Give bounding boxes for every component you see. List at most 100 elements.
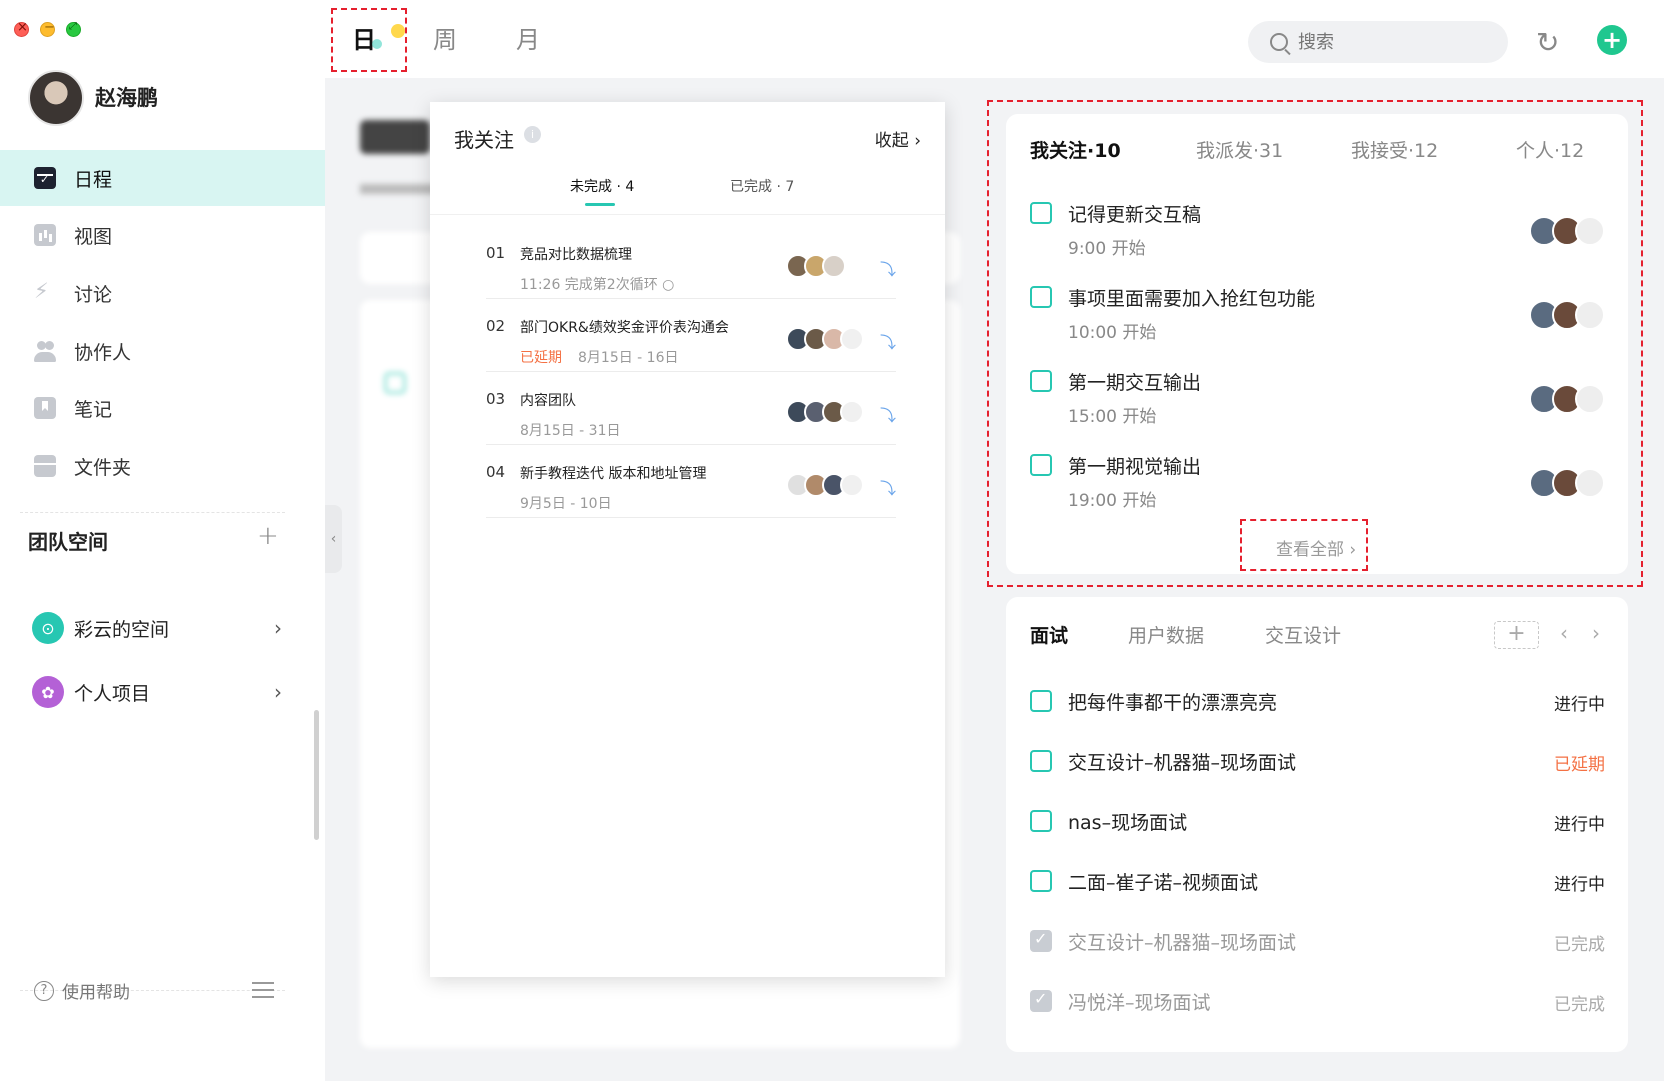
tab-complete[interactable]: 已完成 · 7 <box>730 176 794 196</box>
status-badge: 已完成 <box>1554 935 1605 955</box>
space-label: 彩云的空间 <box>74 618 170 641</box>
task-row[interactable]: 二面–崔子诺–视频面试 进行中 <box>1030 860 1605 900</box>
highlight-box-follow-card <box>987 100 1643 587</box>
info-icon[interactable]: i <box>524 126 541 143</box>
add-team-space-button[interactable]: + <box>257 521 279 551</box>
user-name[interactable]: 赵海鹏 <box>95 82 158 112</box>
task-title: 交互设计–机器猫–现场面试 <box>1068 752 1297 774</box>
follow-popup: 我关注 i 收起 › 未完成 · 4 已完成 · 7 01 竞品对比数据梳理 1… <box>430 102 945 977</box>
discussion-icon <box>34 279 56 304</box>
refresh-icon[interactable]: ↻ <box>1536 26 1559 59</box>
search-icon <box>1270 33 1288 51</box>
help-link[interactable]: ? 使用帮助 <box>34 978 130 1003</box>
list-item[interactable]: 01 竞品对比数据梳理 11:26 完成第2次循环 ○ ⤵ <box>486 226 896 299</box>
task-checkbox[interactable] <box>1030 810 1052 832</box>
minimize-window-button[interactable] <box>40 20 55 37</box>
highlight-box-day-tab <box>331 8 407 72</box>
list-item[interactable]: 02 部门OKR&绩效奖金评价表沟通会 已延期 8月15日 - 16日 ⤵ <box>486 299 896 372</box>
chevron-left-icon[interactable]: ‹ <box>1560 621 1568 645</box>
people-icon <box>34 340 56 362</box>
tab-interview[interactable]: 面试 <box>1030 621 1068 648</box>
handshake-icon: ✿ <box>32 676 64 708</box>
space-icon: ⊙ <box>32 612 64 644</box>
space-label: 个人项目 <box>74 682 151 705</box>
task-title: 把每件事都干的漂漂亮亮 <box>1068 692 1278 714</box>
late-badge: 已延期 <box>520 350 562 366</box>
bookmark-icon <box>34 397 56 419</box>
user-avatar[interactable] <box>28 70 84 126</box>
fullscreen-window-button[interactable] <box>66 21 81 37</box>
avatar-group <box>786 327 864 351</box>
search-box[interactable] <box>1248 21 1508 63</box>
collapse-label: 收起 <box>874 131 909 151</box>
sidebar-item-discussion[interactable]: 讨论 <box>0 265 325 321</box>
sidebar-item-folders[interactable]: 文件夹 <box>0 438 325 494</box>
follow-icon[interactable]: ⤵ <box>880 329 896 353</box>
list-item[interactable]: 04 新手教程迭代 版本和地址管理 9月5日 - 10日 ⤵ <box>486 445 896 518</box>
item-dates: 8月15日 - 16日 <box>578 350 679 366</box>
sidebar-scrollbar[interactable] <box>314 710 319 840</box>
task-checkbox-checked[interactable] <box>1030 989 1052 1012</box>
item-subtitle: 11:26 完成第2次循环 ○ <box>520 277 675 293</box>
task-title: 交互设计–机器猫–现场面试 <box>1068 932 1297 954</box>
sidebar-item-schedule[interactable]: 日程 <box>0 150 325 206</box>
sidebar-item-label: 文件夹 <box>74 456 132 479</box>
add-button[interactable]: + <box>1597 25 1627 55</box>
collapse-handle[interactable]: ‹ <box>325 505 342 573</box>
task-checkbox[interactable] <box>1030 690 1052 712</box>
tab-week[interactable]: 周 <box>433 20 457 55</box>
tab-interaction-design[interactable]: 交互设计 <box>1265 621 1341 648</box>
list-item[interactable]: 03 内容团队 8月15日 - 31日 ⤵ <box>486 372 896 445</box>
question-icon: ? <box>34 980 54 1001</box>
chart-icon <box>34 224 56 246</box>
item-title: 竞品对比数据梳理 <box>520 247 632 263</box>
highlight-box-view-all <box>1240 519 1368 571</box>
item-title: 新手教程迭代 版本和地址管理 <box>520 466 707 482</box>
tab-incomplete[interactable]: 未完成 · 4 <box>570 176 634 196</box>
add-project-tab-button[interactable]: + <box>1494 621 1539 649</box>
space-item-personal[interactable]: ✿ 个人项目 › <box>32 672 282 712</box>
folder-icon <box>34 455 56 477</box>
task-title: 二面–崔子诺–视频面试 <box>1068 872 1259 894</box>
close-window-button[interactable] <box>14 20 29 37</box>
item-title: 部门OKR&绩效奖金评价表沟通会 <box>520 320 729 336</box>
divider <box>20 512 285 513</box>
task-row[interactable]: nas–现场面试 进行中 <box>1030 800 1605 840</box>
follow-icon[interactable]: ⤵ <box>880 475 896 499</box>
menu-icon[interactable] <box>252 982 274 998</box>
item-subtitle: 9月5日 - 10日 <box>520 496 612 512</box>
task-row[interactable]: 把每件事都干的漂漂亮亮 进行中 <box>1030 680 1605 720</box>
popup-title: 我关注 <box>454 128 514 152</box>
avatar <box>840 327 864 351</box>
space-item-caiyun[interactable]: ⊙ 彩云的空间 › <box>32 608 282 648</box>
follow-icon[interactable]: ⤵ <box>880 256 896 280</box>
status-badge: 进行中 <box>1554 815 1605 835</box>
project-card: 面试 用户数据 交互设计 + ‹ › 把每件事都干的漂漂亮亮 进行中 交互设计–… <box>1006 597 1628 1052</box>
task-row[interactable]: 交互设计–机器猫–现场面试 已完成 <box>1030 920 1605 960</box>
background-subtitle <box>360 184 440 194</box>
avatar <box>840 400 864 424</box>
status-badge: 已延期 <box>1554 755 1605 775</box>
task-checkbox-checked[interactable] <box>1030 929 1052 952</box>
item-subtitle: 已延期 8月15日 - 16日 <box>520 347 679 367</box>
task-row[interactable]: 冯悦洋–现场面试 已完成 <box>1030 980 1605 1020</box>
background-checkbox <box>384 372 406 394</box>
item-title: 内容团队 <box>520 393 576 409</box>
sidebar-item-collaborators[interactable]: 协作人 <box>0 323 325 379</box>
task-checkbox[interactable] <box>1030 870 1052 892</box>
avatar-group <box>786 254 846 278</box>
collapse-button[interactable]: 收起 › <box>875 126 921 151</box>
avatar-group <box>786 473 864 497</box>
task-row[interactable]: 交互设计–机器猫–现场面试 已延期 <box>1030 740 1605 780</box>
task-checkbox[interactable] <box>1030 750 1052 772</box>
sidebar-item-view[interactable]: 视图 <box>0 207 325 263</box>
follow-icon[interactable]: ⤵ <box>880 402 896 426</box>
sidebar-item-label: 日程 <box>74 168 113 191</box>
sidebar-item-notes[interactable]: 笔记 <box>0 380 325 436</box>
search-input[interactable] <box>1298 31 1478 53</box>
chevron-right-icon[interactable]: › <box>1592 621 1600 645</box>
status-badge: 已完成 <box>1554 995 1605 1015</box>
sidebar: 赵海鹏 日程 视图 讨论 协作人 笔记 文件夹 团队空间 + ⊙ 彩云的空间 ›… <box>0 0 325 1081</box>
tab-user-data[interactable]: 用户数据 <box>1128 621 1204 648</box>
tab-month[interactable]: 月 <box>516 20 540 55</box>
